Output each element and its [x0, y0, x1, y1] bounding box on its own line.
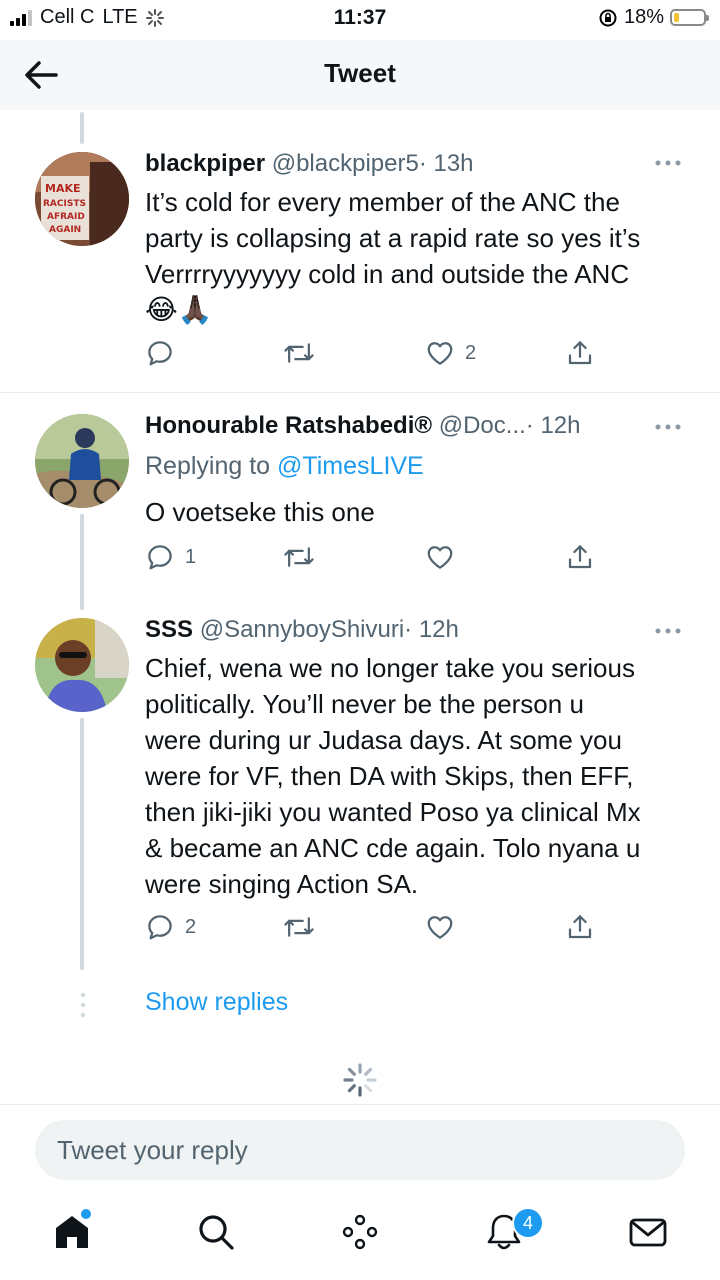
- user-handle[interactable]: @blackpiper5: [272, 150, 419, 177]
- replying-to-prefix: Replying to: [145, 452, 271, 480]
- tweet-actions: 1: [145, 542, 605, 576]
- heart-icon: [427, 916, 453, 939]
- share-icon: [568, 341, 592, 365]
- user-name[interactable]: Honourable Ratshabedi®: [145, 412, 432, 439]
- tweet[interactable]: Honourable Ratshabedi® @Doc...· 12h Repl…: [0, 394, 720, 604]
- tweet-text-line: party is collapsing at a rapid rate so y…: [145, 223, 641, 253]
- spaces-icon[interactable]: [338, 1210, 382, 1254]
- page-title: Tweet: [324, 58, 396, 88]
- user-handle[interactable]: @Doc...: [439, 412, 526, 439]
- tweet-text-line: It’s cold for every member of the ANC th…: [145, 187, 620, 217]
- tweet-time: · 12h: [404, 616, 459, 643]
- more-icon[interactable]: [654, 158, 682, 168]
- more-icon[interactable]: [654, 626, 682, 636]
- retweet-button[interactable]: [283, 912, 315, 942]
- tweet-emoji-line: 😂🙏🏿: [145, 294, 213, 325]
- rotation-lock-icon: [599, 9, 617, 26]
- retweet-icon: [284, 547, 314, 567]
- reply-button[interactable]: 2: [145, 912, 196, 942]
- battery-percent: 18%: [623, 6, 664, 28]
- like-button[interactable]: 2: [425, 338, 476, 368]
- share-icon: [568, 545, 592, 569]
- svg-text:RACISTS: RACISTS: [43, 199, 86, 209]
- share-button[interactable]: [565, 912, 595, 942]
- tweet-actions: 2: [145, 338, 605, 372]
- avatar[interactable]: [35, 414, 129, 508]
- loading-spinner-icon: [343, 1063, 377, 1097]
- reply-input[interactable]: Tweet your reply: [35, 1120, 685, 1180]
- home-new-dot: [81, 1209, 91, 1219]
- more-replies-dots-icon: [80, 992, 86, 1018]
- replying-to-link[interactable]: @TimesLIVE: [277, 452, 424, 480]
- retweet-button[interactable]: [283, 542, 315, 572]
- search-icon[interactable]: [194, 1210, 238, 1254]
- tweet-text-line: then jiki-jiki you wanted Poso ya clinic…: [145, 797, 641, 827]
- like-count: 2: [465, 341, 477, 364]
- retweet-icon: [284, 917, 314, 937]
- tweet-text: Chief, wena we no longer take you seriou…: [145, 650, 695, 902]
- reply-icon: [148, 545, 172, 570]
- tweet-text-line: politically. You’ll never be the person …: [145, 689, 584, 719]
- retweet-icon: [284, 343, 314, 363]
- heart-icon: [427, 546, 453, 569]
- tweet-text-line: were during ur Judasa days. At some you: [145, 725, 622, 755]
- tweet-text: It’s cold for every member of the ANC th…: [145, 184, 695, 328]
- tweet-text: O voetseke this one: [145, 494, 695, 530]
- tweet-time: · 13h: [418, 150, 474, 177]
- tweet[interactable]: SSS @SannyboyShivuri· 12h Chief, wena we…: [0, 604, 720, 974]
- tweet-text-line: were for VF, then DA with Skips, then EF…: [145, 761, 634, 791]
- bottom-nav: [0, 1194, 720, 1280]
- tweet-text-line: were singing Action SA.: [145, 869, 419, 899]
- tweet[interactable]: MAKE RACISTS AFRAID AGAIN blackpiper @bl…: [0, 140, 720, 390]
- svg-text:AGAIN: AGAIN: [49, 225, 81, 235]
- tweet-actions: 2: [145, 912, 605, 946]
- battery-icon: [670, 9, 709, 26]
- avatar[interactable]: [35, 618, 129, 712]
- like-button[interactable]: [425, 912, 465, 942]
- avatar-graffiti: MAKE: [45, 182, 81, 195]
- status-right: 18%: [598, 6, 709, 29]
- tweet-text-line: Verrrryyyyyyy cold in and outside the AN…: [145, 259, 630, 289]
- tweet-header: Honourable Ratshabedi® @Doc...· 12h: [145, 412, 640, 440]
- replying-to: Replying to @TimesLIVE: [145, 452, 424, 481]
- reply-icon: [148, 915, 172, 940]
- tweet-text-line: Chief, wena we no longer take you seriou…: [145, 653, 635, 683]
- messages-icon[interactable]: [626, 1210, 670, 1254]
- share-button[interactable]: [565, 338, 595, 368]
- tweet-text-line: O voetseke this one: [145, 497, 375, 527]
- share-icon: [568, 915, 592, 939]
- like-button[interactable]: [425, 542, 465, 572]
- avatar-image: [35, 618, 129, 712]
- svg-text:AFRAID: AFRAID: [47, 212, 85, 222]
- top-bar: Tweet: [0, 40, 720, 110]
- user-handle[interactable]: @SannyboyShivuri: [200, 616, 404, 643]
- retweet-button[interactable]: [283, 338, 315, 368]
- notifications-badge: 4: [512, 1207, 544, 1239]
- status-bar: Cell C LTE 11:37 18%: [0, 0, 720, 40]
- avatar[interactable]: MAKE RACISTS AFRAID AGAIN: [35, 152, 129, 246]
- reply-count: 1: [185, 545, 197, 568]
- reply-button[interactable]: [145, 338, 185, 368]
- tweet-text-line: & became an ANC cde again. Tolo nyana u: [145, 833, 641, 863]
- reply-icon: [148, 341, 172, 366]
- divider: [0, 392, 720, 393]
- heart-icon: [427, 342, 453, 365]
- more-icon[interactable]: [654, 422, 682, 432]
- reply-bar: Tweet your reply: [0, 1104, 720, 1195]
- tweet-time: · 12h: [525, 412, 581, 439]
- user-name[interactable]: blackpiper: [145, 150, 265, 177]
- share-button[interactable]: [565, 542, 595, 572]
- reply-button[interactable]: 1: [145, 542, 196, 572]
- avatar-image: [35, 414, 129, 508]
- user-name[interactable]: SSS: [145, 616, 193, 643]
- avatar-image: MAKE RACISTS AFRAID AGAIN: [35, 152, 129, 246]
- show-replies-link[interactable]: Show replies: [145, 988, 288, 1017]
- reply-count: 2: [185, 915, 197, 938]
- tweet-header: blackpiper @blackpiper5· 13h: [145, 150, 640, 178]
- tweet-header: SSS @SannyboyShivuri· 12h: [145, 616, 640, 644]
